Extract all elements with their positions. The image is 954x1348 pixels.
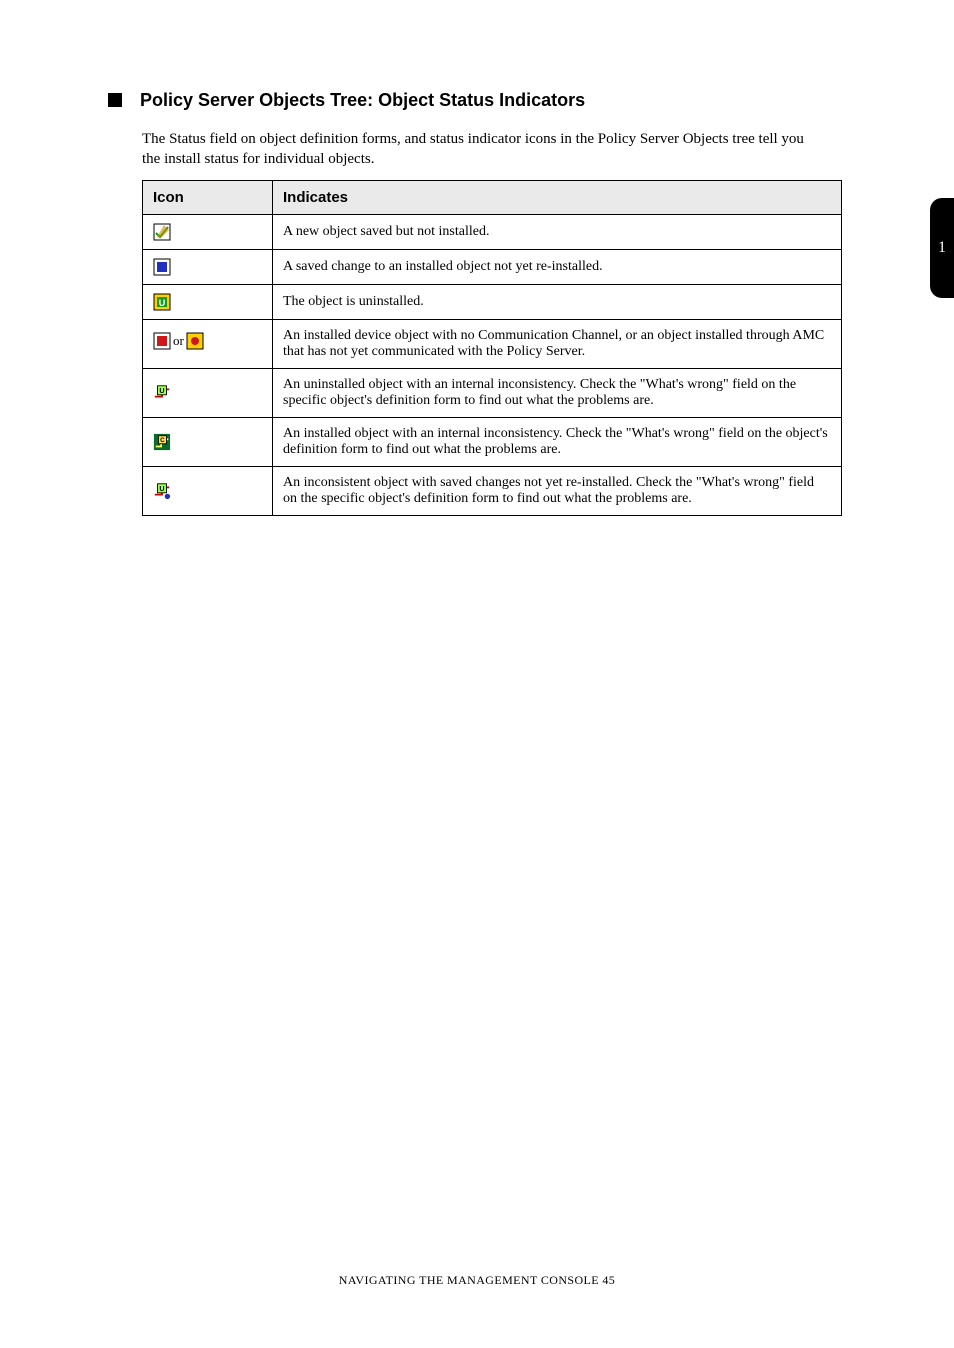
section-heading: Policy Server Objects Tree: Object Statu… — [140, 90, 585, 111]
svg-text:C: C — [160, 437, 165, 444]
icon-cell: U — [143, 466, 273, 515]
side-tab-label: 1 — [938, 239, 946, 257]
icon-cell — [143, 249, 273, 284]
col-header-icon: Icon — [143, 180, 273, 214]
desc-cell: The object is uninstalled. — [273, 284, 842, 319]
table-row: A new object saved but not installed. — [143, 214, 842, 249]
desc-cell: An installed device object with no Commu… — [273, 319, 842, 368]
box-blue-icon — [153, 258, 171, 276]
desc-cell: A saved change to an installed object no… — [273, 249, 842, 284]
share-u-icon: U — [153, 384, 171, 402]
desc-cell: An inconsistent object with saved change… — [273, 466, 842, 515]
square-bullet-icon — [108, 93, 122, 107]
page: 1 Policy Server Objects Tree: Object Sta… — [0, 0, 954, 1348]
desc-cell: An installed object with an internal inc… — [273, 417, 842, 466]
side-tab: 1 — [930, 198, 954, 298]
table-header-row: Icon Indicates — [143, 180, 842, 214]
box-green-u-icon: U — [153, 293, 171, 311]
desc-cell: A new object saved but not installed. — [273, 214, 842, 249]
status-icons-table: Icon Indicates A new object saved but no… — [142, 180, 842, 516]
table-row: or An installed device object with no Co… — [143, 319, 842, 368]
section-lead: The Status field on object definition fo… — [142, 129, 822, 170]
table-row: U An inconsistent object with saved chan… — [143, 466, 842, 515]
svg-text:U: U — [159, 298, 166, 308]
icon-cell — [143, 214, 273, 249]
table-row: U An uninstalled object with an internal… — [143, 368, 842, 417]
section-heading-row: Policy Server Objects Tree: Object Statu… — [108, 90, 864, 111]
box-red-pair-icon-combo: or — [153, 332, 204, 350]
svg-text:U: U — [159, 386, 164, 395]
table-row: C An installed object with an internal i… — [143, 417, 842, 466]
box-yellow-dot-icon — [186, 332, 204, 350]
icon-cell: U — [143, 284, 273, 319]
share-c-icon: C — [153, 433, 171, 451]
table-row: A saved change to an installed object no… — [143, 249, 842, 284]
icon-cell: or — [143, 319, 273, 368]
share-u2-icon: U — [153, 482, 171, 500]
icon-cell: U — [143, 368, 273, 417]
page-footer: NAVIGATING THE MANAGEMENT CONSOLE 45 — [0, 1273, 954, 1288]
icon-cell: C — [143, 417, 273, 466]
table-row: U The object is uninstalled. — [143, 284, 842, 319]
desc-cell: An uninstalled object with an internal i… — [273, 368, 842, 417]
box-red-icon — [153, 332, 171, 350]
or-separator: or — [173, 333, 184, 349]
check-pencil-icon — [153, 223, 171, 241]
col-header-indicates: Indicates — [273, 180, 842, 214]
svg-text:U: U — [159, 484, 164, 493]
